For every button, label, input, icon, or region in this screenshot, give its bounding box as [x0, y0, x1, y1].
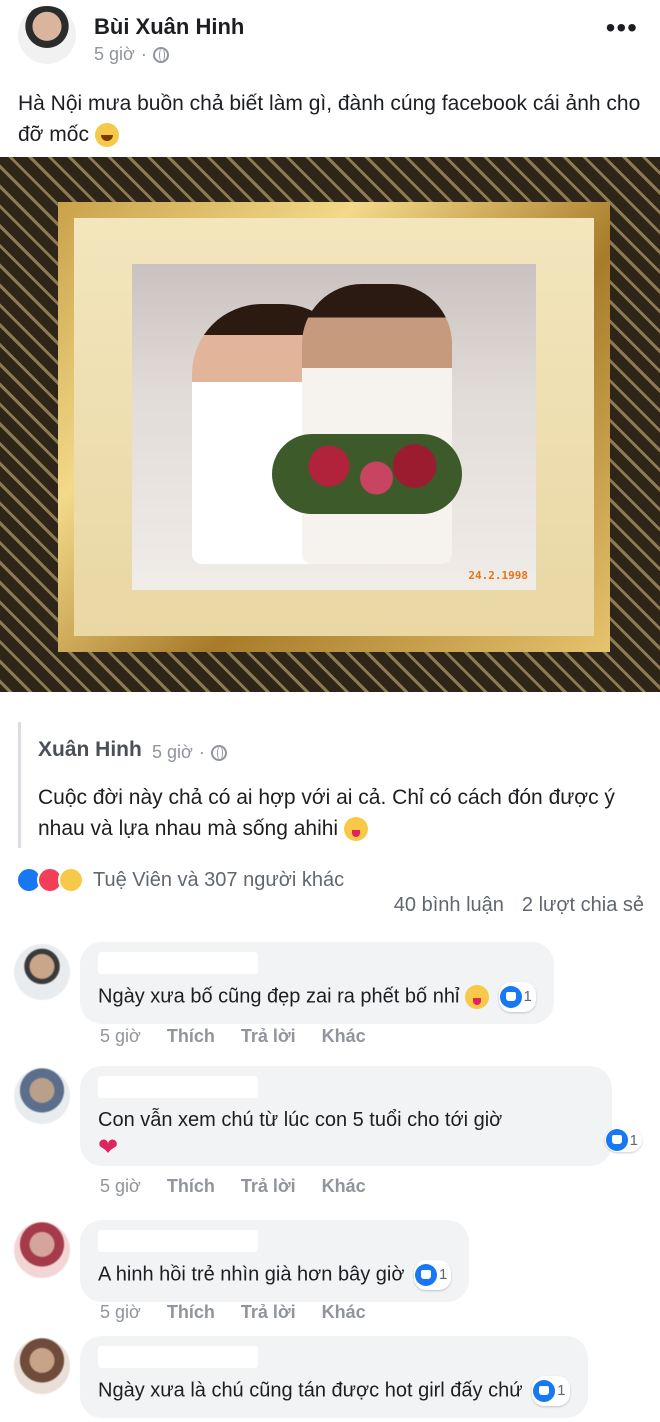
shared-meta: 5 giờ · — [152, 742, 227, 763]
comments-count[interactable]: 40 bình luận — [394, 894, 504, 917]
commenter-name-redacted[interactable] — [98, 952, 258, 974]
groom-figure — [302, 284, 452, 564]
like-icon — [605, 1129, 628, 1151]
comment-time[interactable]: 5 giờ — [100, 1176, 141, 1197]
more-options-button[interactable]: ••• — [606, 14, 638, 42]
comment-like-count: 1 — [557, 1382, 566, 1399]
post-time[interactable]: 5 giờ — [94, 44, 135, 65]
comment-more-button[interactable]: Khác — [322, 1302, 366, 1323]
heart-emoji-icon: ❤ — [98, 1134, 119, 1161]
comment-text: A hinh hồi trẻ nhìn già hơn bây giờ 1 — [98, 1260, 452, 1290]
like-icon — [533, 1380, 556, 1402]
commenter-avatar[interactable] — [14, 944, 70, 1000]
comment-bubble: Ngày xưa là chú cũng tán được hot girl đ… — [80, 1336, 588, 1418]
tongue-emoji-icon — [343, 817, 368, 842]
globe-icon — [210, 744, 227, 761]
comment-like-badge[interactable]: 1 — [532, 1376, 570, 1406]
comment-like-badge[interactable]: 1 — [498, 982, 536, 1012]
commenter-name-redacted[interactable] — [98, 1076, 258, 1098]
comment-bubble: A hinh hồi trẻ nhìn già hơn bây giờ 1 — [80, 1220, 470, 1302]
comment-text-content: Con vẫn xem chú từ lúc con 5 tuổi cho tớ… — [98, 1109, 503, 1131]
comment-time[interactable]: 5 giờ — [100, 1026, 141, 1047]
globe-icon — [152, 46, 169, 63]
author-avatar[interactable] — [18, 6, 76, 64]
comment-reply-button[interactable]: Trả lời — [241, 1302, 296, 1323]
reactions-row[interactable]: Tuệ Viên và 307 người khác — [16, 864, 344, 896]
bouquet — [272, 434, 462, 514]
shared-text-content: Cuộc đời này chả có ai hợp với ai cả. Ch… — [38, 786, 615, 840]
commenter-name-redacted[interactable] — [98, 1346, 258, 1368]
commenter-avatar[interactable] — [14, 1338, 70, 1394]
comment-more-button[interactable]: Khác — [322, 1026, 366, 1047]
comment-time[interactable]: 5 giờ — [100, 1302, 141, 1323]
comment-more-button[interactable]: Khác — [322, 1176, 366, 1197]
commenter-name-redacted[interactable] — [98, 1230, 258, 1252]
wedding-photo: 24.2.1998 — [132, 264, 536, 590]
comment-bubble: Ngày xưa bố cũng đẹp zai ra phết bố nhỉ … — [80, 942, 554, 1024]
shared-post[interactable]: Xuân Hinh 5 giờ · Cuộc đời này chả có ai… — [18, 722, 648, 848]
shared-time[interactable]: 5 giờ — [152, 742, 193, 763]
comment-text: Con vẫn xem chú từ lúc con 5 tuổi cho tớ… — [98, 1106, 594, 1163]
comment-text-content: Ngày xưa là chú cũng tán được hot girl đ… — [98, 1379, 523, 1402]
post-text: Hà Nội mưa buồn chả biết làm gì, đành cú… — [18, 88, 648, 150]
tongue-emoji-icon — [464, 985, 489, 1009]
comment-text: Ngày xưa là chú cũng tán được hot girl đ… — [98, 1376, 570, 1406]
shares-count[interactable]: 2 lượt chia sẻ — [522, 894, 644, 917]
author-name[interactable]: Bùi Xuân Hinh — [94, 14, 244, 40]
comment-actions: 5 giờ Thích Trả lời Khác — [100, 1176, 366, 1197]
post-header: Bùi Xuân Hinh 5 giờ · ••• — [0, 0, 660, 80]
like-icon — [499, 986, 522, 1008]
comment-like-badge[interactable]: 1 — [604, 1128, 642, 1152]
post-meta: 5 giờ · — [94, 44, 169, 65]
like-icon — [415, 1264, 437, 1286]
photo-mat: 24.2.1998 — [74, 218, 594, 636]
comment-like-badge[interactable]: 1 — [414, 1260, 452, 1290]
dot-separator: · — [140, 44, 147, 64]
comment-reply-button[interactable]: Trả lời — [241, 1026, 296, 1047]
comment-like-count: 1 — [439, 1266, 448, 1283]
photo-date-stamp: 24.2.1998 — [468, 569, 528, 582]
comment-like-button[interactable]: Thích — [167, 1026, 215, 1047]
shared-author[interactable]: Xuân Hinh — [38, 738, 142, 762]
comment-like-button[interactable]: Thích — [167, 1302, 215, 1323]
commenter-avatar[interactable] — [14, 1068, 70, 1124]
reactions-summary[interactable]: Tuệ Viên và 307 người khác — [93, 869, 344, 892]
post-photo[interactable]: 24.2.1998 — [0, 157, 660, 692]
comment-actions: 5 giờ Thích Trả lời Khác — [100, 1026, 366, 1047]
commenter-avatar[interactable] — [14, 1222, 70, 1278]
shared-text: Cuộc đời này chả có ai hợp với ai cả. Ch… — [38, 782, 638, 844]
comment-like-count: 1 — [629, 1131, 638, 1149]
dot-separator: · — [198, 742, 205, 762]
comment-text: Ngày xưa bố cũng đẹp zai ra phết bố nhỉ … — [98, 982, 536, 1012]
comment-bubble: Con vẫn xem chú từ lúc con 5 tuổi cho tớ… — [80, 1066, 642, 1166]
comment-actions: 5 giờ Thích Trả lời Khác — [100, 1302, 366, 1323]
post-stats: 40 bình luận 2 lượt chia sẻ — [394, 894, 644, 917]
gold-frame: 24.2.1998 — [58, 202, 610, 652]
comment-like-button[interactable]: Thích — [167, 1176, 215, 1197]
comment-text-content: Ngày xưa bố cũng đẹp zai ra phết bố nhỉ — [98, 985, 460, 1008]
haha-icon — [58, 867, 84, 893]
laughing-emoji-icon — [94, 123, 119, 148]
comment-like-count: 1 — [523, 988, 532, 1005]
comment-reply-button[interactable]: Trả lời — [241, 1176, 296, 1197]
comment-text-content: A hinh hồi trẻ nhìn già hơn bây giờ — [98, 1263, 405, 1286]
